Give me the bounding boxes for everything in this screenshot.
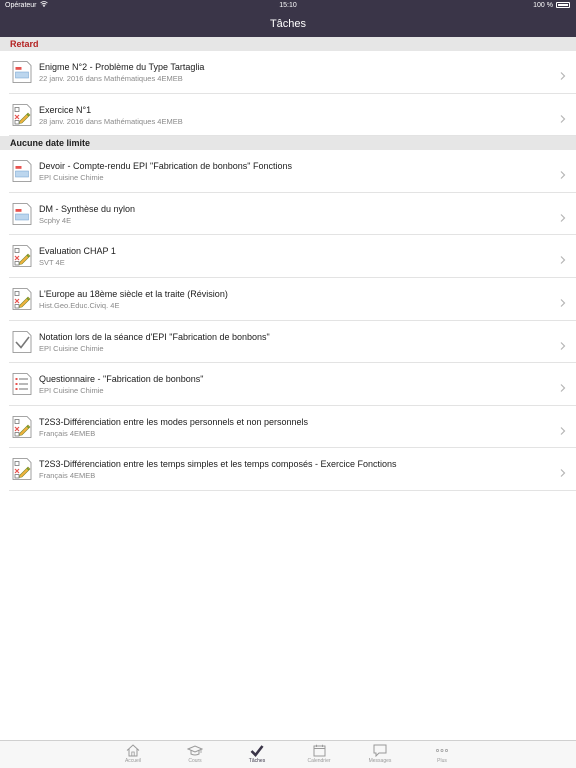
task-subtitle: 22 janv. 2016 dans Mathématiques 4EMEB — [39, 74, 183, 83]
chevron-right-icon — [559, 423, 567, 435]
page-title: Tâches — [269, 18, 307, 30]
quiz-pencil-icon — [12, 288, 32, 310]
tab-label: Messages — [368, 758, 392, 764]
tab-label: Plus — [437, 758, 447, 764]
tab-taches[interactable]: Tâches — [226, 743, 288, 768]
task-row[interactable]: T2S3-Différenciation entre les temps sim… — [9, 448, 576, 491]
task-title: Evaluation CHAP 1 — [39, 246, 116, 257]
tab-plus[interactable]: Plus — [411, 743, 473, 768]
status-bar: Opérateur 15:10 100 % — [0, 0, 576, 12]
document-form-icon — [12, 61, 32, 83]
chevron-right-icon — [559, 111, 567, 123]
task-subtitle: EPI Cuisine Chimie — [39, 343, 104, 353]
task-subtitle: Scphy 4E — [39, 215, 72, 225]
chevron-right-icon — [559, 210, 567, 222]
chevron-right-icon — [559, 465, 567, 478]
task-list: Retard Enigme N°2 - Problème du Type Tart… — [0, 37, 576, 491]
task-title: Notation lors de la séance d'EPI "Fabric… — [39, 331, 270, 342]
quiz-pencil-icon — [12, 458, 32, 481]
navigation-bar: Opérateur 15:10 100 % Tâches — [0, 0, 576, 37]
task-row[interactable]: Enigme N°2 - Problème du Type Tartaglia 2… — [9, 51, 576, 94]
chevron-right-icon — [559, 295, 567, 307]
tab-label: Calendrier — [307, 758, 331, 764]
status-time: 15:10 — [279, 2, 297, 9]
quiz-pencil-icon — [12, 245, 32, 268]
tab-label: Accueil — [124, 758, 142, 764]
task-row[interactable]: L'Europe au 18ème siècle et la traite (R… — [9, 278, 576, 321]
task-subtitle: SVT 4E — [39, 258, 65, 268]
task-subtitle: EPI Cuisine Chimie — [39, 173, 104, 183]
task-subtitle: Français 4EMEB — [39, 428, 96, 438]
graduation-cap-icon — [164, 744, 226, 757]
task-row[interactable]: Notation lors de la séance d'EPI "Fabric… — [9, 321, 576, 364]
task-title: L'Europe au 18ème siècle et la traite (R… — [39, 288, 228, 299]
home-icon — [102, 744, 164, 757]
tab-label: Cours — [188, 758, 202, 764]
tab-messages[interactable]: Messages — [349, 743, 411, 768]
task-title: T2S3-Différenciation entre les modes per… — [39, 416, 308, 427]
section-header: Retard — [0, 37, 576, 51]
battery-icon — [556, 2, 570, 9]
document-form-icon — [12, 160, 32, 183]
task-title: Devoir - Compte-rendu EPI "Fabrication d… — [39, 161, 293, 172]
tab-cours[interactable]: Cours — [164, 743, 226, 768]
task-title: Questionnaire - "Fabrication de bonbons" — [39, 374, 204, 385]
calendar-icon — [288, 744, 350, 757]
task-row[interactable]: Exercice N°1 28 janv. 2016 dans Mathémati… — [9, 94, 576, 137]
questionnaire-icon — [12, 373, 32, 396]
battery-indicator: 100 % — [533, 0, 570, 12]
task-title: Enigme N°2 - Problème du Type Tartaglia — [39, 62, 205, 72]
task-title: DM - Synthèse du nylon — [39, 203, 136, 214]
chevron-right-icon — [559, 380, 567, 393]
chevron-right-icon — [559, 252, 567, 265]
tab-calendrier[interactable]: Calendrier — [288, 743, 350, 768]
chat-bubble-icon — [349, 744, 411, 757]
chevron-right-icon — [559, 167, 567, 180]
chevron-right-icon — [559, 68, 567, 80]
section-header: Aucune date limite — [0, 136, 576, 151]
task-row[interactable]: T2S3-Différenciation entre les modes per… — [9, 406, 576, 449]
checkmark-icon — [226, 744, 288, 757]
battery-percentage: 100 % — [533, 2, 553, 9]
tab-label: Tâches — [248, 758, 266, 764]
task-subtitle: Hist.Geo.Educ.Civiq. 4E — [39, 300, 120, 310]
document-form-icon — [12, 202, 32, 225]
quiz-pencil-icon — [12, 415, 32, 438]
task-title: T2S3-Différenciation entre les temps sim… — [39, 459, 397, 470]
task-subtitle: Français 4EMEB — [39, 471, 96, 481]
checkmark-document-icon — [12, 330, 32, 353]
task-row[interactable]: Questionnaire - "Fabrication de bonbons"… — [9, 363, 576, 406]
task-row[interactable]: Devoir - Compte-rendu EPI "Fabrication d… — [9, 150, 576, 193]
task-subtitle: 28 janv. 2016 dans Mathématiques 4EMEB — [39, 116, 183, 126]
task-title: Exercice N°1 — [39, 104, 92, 115]
tab-accueil[interactable]: Accueil — [102, 743, 164, 768]
more-dots-icon — [411, 744, 473, 757]
task-row[interactable]: DM - Synthèse du nylon Scphy 4E — [9, 193, 576, 236]
chevron-right-icon — [559, 338, 567, 350]
tab-bar: Accueil Cours Tâches Calendrier Messages Plus — [0, 740, 576, 768]
task-row[interactable]: Evaluation CHAP 1 SVT 4E — [9, 235, 576, 278]
task-subtitle: EPI Cuisine Chimie — [39, 386, 104, 396]
quiz-pencil-icon — [12, 103, 32, 126]
